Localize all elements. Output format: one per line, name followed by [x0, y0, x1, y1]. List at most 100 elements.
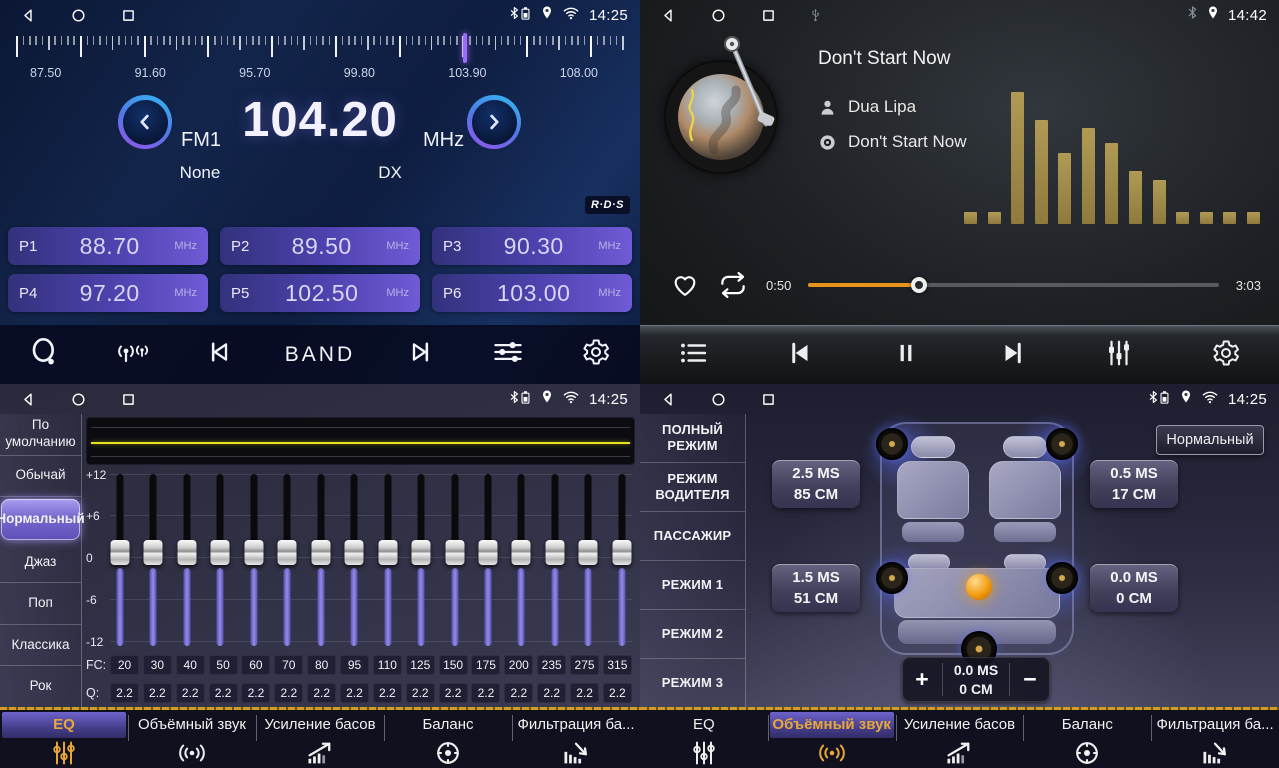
q-value-box[interactable]: 2.2	[307, 683, 336, 703]
listening-mode-item[interactable]: ПОЛНЫЙ РЕЖИМ	[640, 414, 745, 463]
q-value-box[interactable]: 2.2	[537, 683, 566, 703]
listening-position-marker[interactable]	[966, 574, 992, 600]
nav-home-icon[interactable]	[70, 7, 87, 24]
q-value-box[interactable]: 2.2	[274, 683, 303, 703]
nav-home-icon[interactable]	[710, 7, 727, 24]
slider-handle[interactable]	[311, 540, 330, 565]
nav-back-icon[interactable]	[20, 391, 37, 408]
slider-handle[interactable]	[177, 540, 196, 565]
eq-band-slider[interactable]	[210, 474, 230, 646]
seek-next-button[interactable]	[399, 338, 443, 371]
fc-value-box[interactable]: 150	[439, 655, 468, 675]
nav-recents-icon[interactable]	[760, 7, 777, 24]
previous-track-button[interactable]	[778, 338, 822, 373]
sound-preset-button[interactable]: Нормальный	[1156, 425, 1264, 455]
fc-value-box[interactable]: 20	[110, 655, 139, 675]
eq-preset-item[interactable]: Поп	[0, 583, 81, 625]
slider-handle[interactable]	[278, 540, 297, 565]
eq-band-slider[interactable]	[177, 474, 197, 646]
eq-band-slider[interactable]	[143, 474, 163, 646]
front-left-delay-button[interactable]: 2.5 MS 85 CM	[772, 460, 860, 508]
eq-preset-item[interactable]: Джаз	[0, 542, 81, 584]
tab-eq[interactable]: EQ	[0, 710, 128, 768]
playlist-button[interactable]	[671, 338, 715, 373]
eq-band-slider[interactable]	[511, 474, 531, 646]
eq-band-slider[interactable]	[612, 474, 632, 646]
rear-right-speaker[interactable]	[1046, 562, 1078, 594]
q-value-box[interactable]: 2.2	[176, 683, 205, 703]
nav-back-icon[interactable]	[20, 7, 37, 24]
tab-surround[interactable]: Объёмный звук	[768, 710, 896, 768]
tab-bass[interactable]: Усиление басов	[256, 710, 384, 768]
slider-handle[interactable]	[378, 540, 397, 565]
eq-preset-item[interactable]: Рок	[0, 666, 81, 707]
eq-band-slider[interactable]	[110, 474, 130, 646]
radio-preset-p5[interactable]: P5102.50MHz	[220, 274, 420, 312]
fc-value-box[interactable]: 125	[406, 655, 435, 675]
eq-band-slider[interactable]	[277, 474, 297, 646]
eq-band-slider[interactable]	[378, 474, 398, 646]
radio-preset-p1[interactable]: P188.70MHz	[8, 227, 208, 265]
slider-handle[interactable]	[579, 540, 598, 565]
eq-band-slider[interactable]	[411, 474, 431, 646]
seek-bar[interactable]	[808, 283, 1218, 287]
q-value-box[interactable]: 2.2	[504, 683, 533, 703]
listening-mode-item[interactable]: РЕЖИМ 3	[640, 659, 745, 707]
rear-left-speaker[interactable]	[876, 562, 908, 594]
fc-value-box[interactable]: 315	[603, 655, 632, 675]
settings-button[interactable]	[1204, 338, 1248, 373]
slider-handle[interactable]	[478, 540, 497, 565]
listening-mode-item[interactable]: РЕЖИМ ВОДИТЕЛЯ	[640, 463, 745, 512]
q-value-box[interactable]: 2.2	[110, 683, 139, 703]
next-track-button[interactable]	[991, 338, 1035, 373]
settings-button[interactable]	[574, 337, 618, 372]
seek-bar-knob[interactable]	[911, 277, 927, 293]
rear-left-delay-button[interactable]: 1.5 MS 51 CM	[772, 564, 860, 612]
decrease-delay-button[interactable]: −	[1010, 666, 1050, 693]
fc-value-box[interactable]: 30	[143, 655, 172, 675]
eq-preset-item[interactable]: Нормальный	[1, 499, 80, 540]
nav-recents-icon[interactable]	[760, 391, 777, 408]
nav-home-icon[interactable]	[710, 391, 727, 408]
radio-preset-p6[interactable]: P6103.00MHz	[432, 274, 632, 312]
fc-value-box[interactable]: 60	[241, 655, 270, 675]
rear-right-delay-button[interactable]: 0.0 MS 0 CM	[1090, 564, 1178, 612]
equalizer-button[interactable]	[486, 338, 530, 371]
q-value-box[interactable]: 2.2	[340, 683, 369, 703]
tune-up-button[interactable]	[467, 95, 521, 149]
slider-handle[interactable]	[545, 540, 564, 565]
slider-handle[interactable]	[211, 540, 230, 565]
q-value-box[interactable]: 2.2	[406, 683, 435, 703]
mixer-button[interactable]	[1097, 338, 1141, 373]
eq-preset-item[interactable]: Обычай	[0, 456, 81, 498]
eq-band-slider[interactable]	[445, 474, 465, 646]
scan-button[interactable]	[22, 336, 66, 373]
slider-handle[interactable]	[345, 540, 364, 565]
listening-mode-item[interactable]: РЕЖИМ 2	[640, 610, 745, 659]
broadcast-button[interactable]	[109, 338, 153, 371]
eq-band-slider[interactable]	[545, 474, 565, 646]
eq-band-slider[interactable]	[244, 474, 264, 646]
q-value-box[interactable]: 2.2	[373, 683, 402, 703]
fc-value-box[interactable]: 95	[340, 655, 369, 675]
fc-value-box[interactable]: 50	[209, 655, 238, 675]
eq-preset-item[interactable]: Классика	[0, 625, 81, 667]
slider-handle[interactable]	[445, 540, 464, 565]
q-value-box[interactable]: 2.2	[471, 683, 500, 703]
tab-balance[interactable]: Баланс	[384, 710, 512, 768]
repeat-button[interactable]	[717, 270, 749, 300]
fc-value-box[interactable]: 235	[537, 655, 566, 675]
tab-filter[interactable]: Фильтрация ба...	[512, 710, 640, 768]
slider-handle[interactable]	[512, 540, 531, 565]
radio-preset-p2[interactable]: P289.50MHz	[220, 227, 420, 265]
pause-button[interactable]	[884, 340, 928, 371]
slider-handle[interactable]	[244, 540, 263, 565]
q-value-box[interactable]: 2.2	[439, 683, 468, 703]
q-value-box[interactable]: 2.2	[241, 683, 270, 703]
nav-recents-icon[interactable]	[120, 391, 137, 408]
q-value-box[interactable]: 2.2	[143, 683, 172, 703]
tab-balance[interactable]: Баланс	[1023, 710, 1151, 768]
eq-band-slider[interactable]	[344, 474, 364, 646]
front-right-speaker[interactable]	[1046, 428, 1078, 460]
eq-band-slider[interactable]	[311, 474, 331, 646]
